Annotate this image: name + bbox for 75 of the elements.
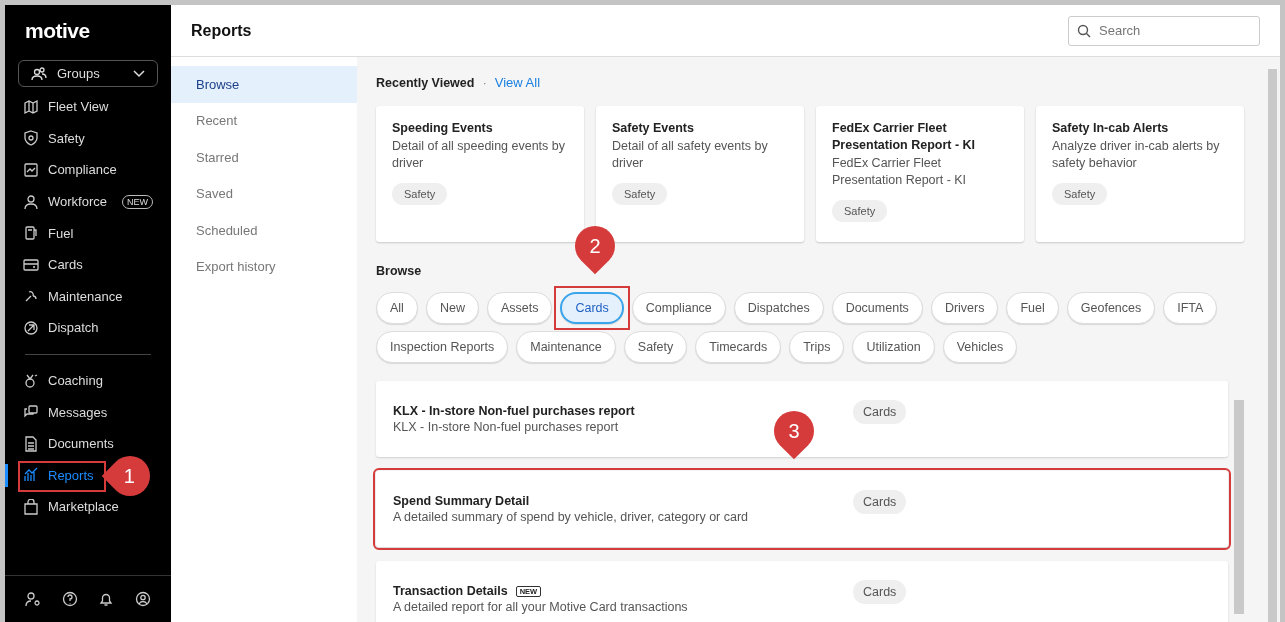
nav-item[interactable]: Compliance (5, 154, 171, 186)
nav-item[interactable]: Safety (5, 122, 171, 155)
nav-item[interactable]: Coaching (5, 364, 171, 397)
shield-icon (23, 130, 39, 147)
card-title: Safety Events (612, 120, 694, 137)
shopping-bag-icon (23, 498, 39, 515)
nav-item[interactable]: Messages (5, 396, 171, 428)
nav-item[interactable]: Dispatch (5, 312, 171, 344)
report-card[interactable]: FedEx Carrier Fleet Presentation Report - KI FedEx Carrier Fleet Presentation Report - KI Safety (816, 106, 1024, 242)
filter-chip[interactable]: Fuel (1006, 292, 1059, 324)
filter-chip[interactable]: New (425, 292, 479, 324)
card-description: Analyze driver in-cab alerts by safety behavior (1052, 138, 1221, 172)
category-tag: Cards (853, 400, 907, 424)
filter-chip[interactable]: Vehicles (942, 331, 1018, 363)
report-description: A detailed summary of spend by vehicle, driver, category or card (393, 510, 749, 524)
chevron-down-icon (133, 69, 145, 78)
report-title: KLX - In-store Non-fuel purchases report (393, 404, 635, 418)
nav-item[interactable]: Fleet View (5, 91, 171, 123)
scrollbar[interactable] (1234, 400, 1244, 614)
page-title: Reports (191, 21, 252, 40)
filter-chip[interactable]: IFTA (1163, 292, 1218, 324)
filter-chip[interactable]: All (376, 292, 418, 324)
bar-chart-icon (23, 467, 39, 484)
filter-chip[interactable]: Dispatches (733, 292, 824, 324)
section-heading: Browse (376, 264, 423, 278)
filter-chip[interactable]: Timecards (695, 331, 782, 363)
report-description: KLX - In-store Non-fuel purchases report (393, 420, 619, 434)
person-icon (23, 193, 39, 210)
nav-item[interactable]: Maintenance (5, 280, 171, 313)
filter-chip[interactable]: Safety (623, 331, 688, 363)
category-tag: Safety (1052, 183, 1108, 205)
nav-item[interactable]: Workforce NEW (5, 185, 171, 218)
credit-card-icon (23, 256, 39, 273)
filter-chip[interactable]: Inspection Reports (376, 331, 509, 363)
filter-chip[interactable]: Drivers (930, 292, 999, 324)
filter-chip[interactable]: Cards (560, 292, 624, 324)
groups-dropdown[interactable]: Groups (18, 60, 158, 87)
card-description: Detail of all speeding events by driver (392, 138, 567, 172)
report-title: Transaction Details (393, 584, 508, 598)
card-description: FedEx Carrier Fleet Presentation Report - KI (832, 155, 968, 189)
filter-chip[interactable]: Utilization (852, 331, 935, 363)
card-title: Speeding Events (392, 120, 493, 137)
card-title: Safety In-cab Alerts (1052, 120, 1169, 137)
subnav-item[interactable]: Browse (171, 66, 357, 103)
filter-chip[interactable]: Trips (789, 331, 845, 363)
filter-chip[interactable]: Maintenance (516, 331, 616, 363)
category-tag: Cards (853, 490, 907, 514)
report-description: A detailed report for all your Motive Card transactions (393, 600, 688, 614)
search-icon (1077, 23, 1091, 38)
filter-chip[interactable]: Assets (486, 292, 553, 324)
scrollbar[interactable] (1268, 69, 1277, 622)
card-description: Detail of all safety events by driver (612, 138, 769, 172)
document-icon (23, 435, 39, 452)
nav-item[interactable]: Fuel (5, 217, 171, 249)
card-title: FedEx Carrier Fleet Presentation Report - KI (832, 120, 977, 154)
view-all-link[interactable]: View All (494, 75, 541, 90)
people-icon (31, 65, 47, 82)
filter-chip[interactable]: Documents (831, 292, 923, 324)
category-tag: Cards (853, 580, 907, 604)
category-tag: Safety (612, 183, 668, 205)
section-heading: Recently Viewed (376, 75, 475, 90)
chart-card-icon (23, 162, 39, 178)
report-title: Spend Summary Detail (393, 494, 530, 508)
report-card[interactable]: Speeding Events Detail of all speeding events by driver Safety (376, 106, 584, 242)
fuel-pump-icon (23, 225, 39, 242)
search-field[interactable]: Search (1068, 15, 1260, 46)
filter-chip[interactable]: Geofences (1066, 292, 1156, 324)
report-card[interactable]: Safety In-cab Alerts Analyze driver in-cab alerts by safety behavior Safety (1036, 106, 1244, 242)
category-tag: Safety (832, 200, 888, 222)
category-tag: Safety (392, 183, 448, 205)
separator-dot: · (482, 75, 487, 90)
nav-item[interactable]: Cards (5, 248, 171, 281)
filter-chip[interactable]: Compliance (631, 292, 726, 324)
map-icon (23, 98, 39, 115)
logo[interactable]: motive (5, 5, 90, 60)
